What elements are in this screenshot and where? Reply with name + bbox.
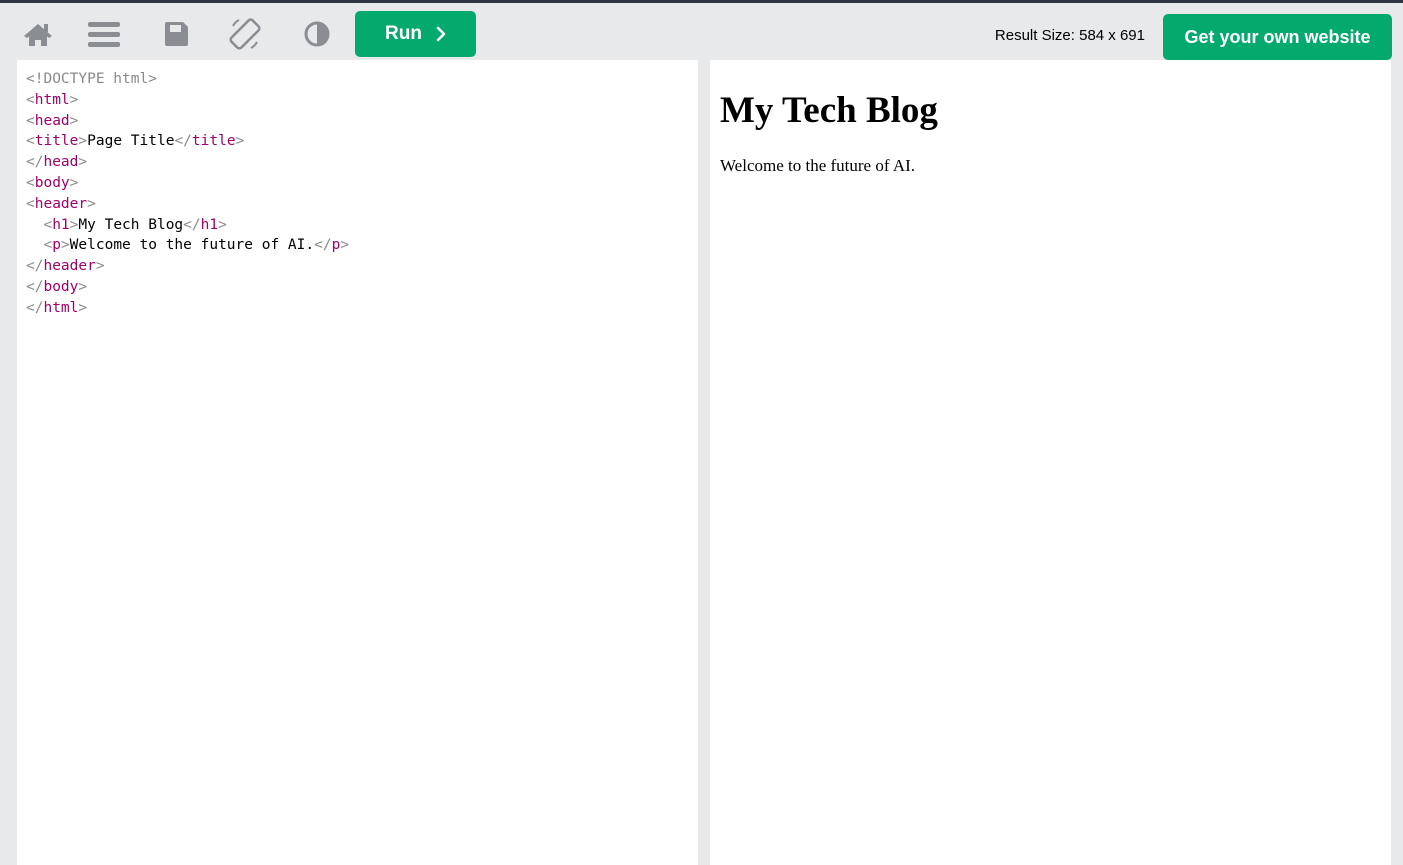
code-line[interactable]: <html> (26, 90, 698, 111)
result-frame: My Tech Blog Welcome to the future of AI… (710, 60, 1391, 865)
code-bracket: </ (183, 216, 201, 233)
code-bracket: > (69, 174, 79, 191)
code-bracket: > (60, 237, 70, 254)
code-bracket: </ (26, 154, 44, 171)
result-heading: My Tech Blog (720, 90, 938, 131)
code-text: Page Title (87, 133, 175, 150)
result-paragraph: Welcome to the future of AI. (720, 156, 916, 175)
code-bracket: < (26, 133, 35, 150)
code-line[interactable]: <p>Welcome to the future of AI.</p> (26, 235, 698, 256)
code-tag-name: h1 (200, 216, 219, 233)
panel-divider[interactable] (698, 60, 710, 865)
right-edge (1391, 60, 1403, 865)
code-tag-name: head (43, 154, 79, 171)
code-line[interactable]: <h1>My Tech Blog</h1> (26, 215, 698, 236)
code-bracket: </ (174, 133, 192, 150)
menu-icon[interactable] (84, 14, 124, 54)
code-bracket: > (69, 112, 79, 129)
code-text: Welcome to the future of AI. (69, 237, 315, 254)
code-bracket: </ (26, 299, 44, 316)
code-tag-name: title (34, 133, 79, 150)
code-line[interactable]: <!DOCTYPE html> (26, 69, 698, 90)
code-bracket: < (43, 237, 53, 254)
code-bracket: < (26, 112, 35, 129)
code-bracket: </ (26, 258, 44, 275)
code-bracket: > (69, 91, 79, 108)
code-line[interactable]: <head> (26, 111, 698, 132)
code-tag-name: head (34, 112, 70, 129)
contrast-icon[interactable] (297, 14, 337, 54)
code-bracket: > (340, 237, 350, 254)
code-bracket: > (78, 299, 88, 316)
code-tag-name: html (43, 299, 79, 316)
save-icon[interactable] (156, 14, 196, 54)
code-bracket: < (26, 91, 35, 108)
code-tag-name: p (331, 237, 341, 254)
code-bracket: > (78, 154, 88, 171)
home-icon[interactable] (18, 14, 58, 54)
run-button[interactable]: Run (355, 11, 476, 57)
code-bracket: </ (26, 278, 44, 295)
code-line[interactable]: <title>Page Title</title> (26, 131, 698, 152)
code-tag-name: header (43, 258, 96, 275)
code-line[interactable]: </html> (26, 298, 698, 319)
code-tag-name: h1 (52, 216, 70, 233)
code-tag-name: title (191, 133, 236, 150)
code-bracket: < (43, 216, 53, 233)
code-tag-name: header (34, 195, 88, 212)
code-tag-name: p (52, 237, 61, 254)
toolbar: Run Result Size: 584 x 691 Get your own … (0, 3, 1403, 60)
code-editor-text[interactable]: <!DOCTYPE html> <html> <head> <title>Page T… (17, 60, 698, 319)
code-bracket: > (235, 133, 245, 150)
get-your-own-website-button[interactable]: Get your own website (1163, 14, 1392, 60)
result-size-label: Result Size: 584 x 691 (994, 27, 1145, 44)
code-editor[interactable]: <!DOCTYPE html> <html> <head> <title>Page T… (17, 60, 698, 865)
code-tag-name: html (34, 91, 70, 108)
chevron-right-icon (436, 26, 446, 42)
code-bracket: > (87, 195, 96, 212)
code-bracket: <!DOCTYPE html> (26, 71, 157, 87)
code-line[interactable]: </head> (26, 152, 698, 173)
code-bracket: </ (314, 237, 332, 254)
code-bracket: < (26, 195, 35, 212)
run-button-label: Run (385, 23, 422, 44)
code-line[interactable]: <header> (26, 194, 698, 215)
code-bracket: > (218, 216, 227, 233)
rotate-icon[interactable] (225, 14, 265, 54)
code-bracket: < (26, 174, 35, 191)
code-bracket: > (95, 258, 105, 275)
code-text: My Tech Blog (78, 216, 184, 233)
code-line[interactable]: </header> (26, 256, 698, 277)
code-tag-name: body (34, 174, 70, 191)
code-line[interactable]: </body> (26, 277, 698, 298)
code-bracket: > (78, 278, 88, 295)
code-line[interactable]: <body> (26, 173, 698, 194)
code-bracket: > (78, 133, 88, 150)
code-tag-name: body (43, 278, 79, 295)
